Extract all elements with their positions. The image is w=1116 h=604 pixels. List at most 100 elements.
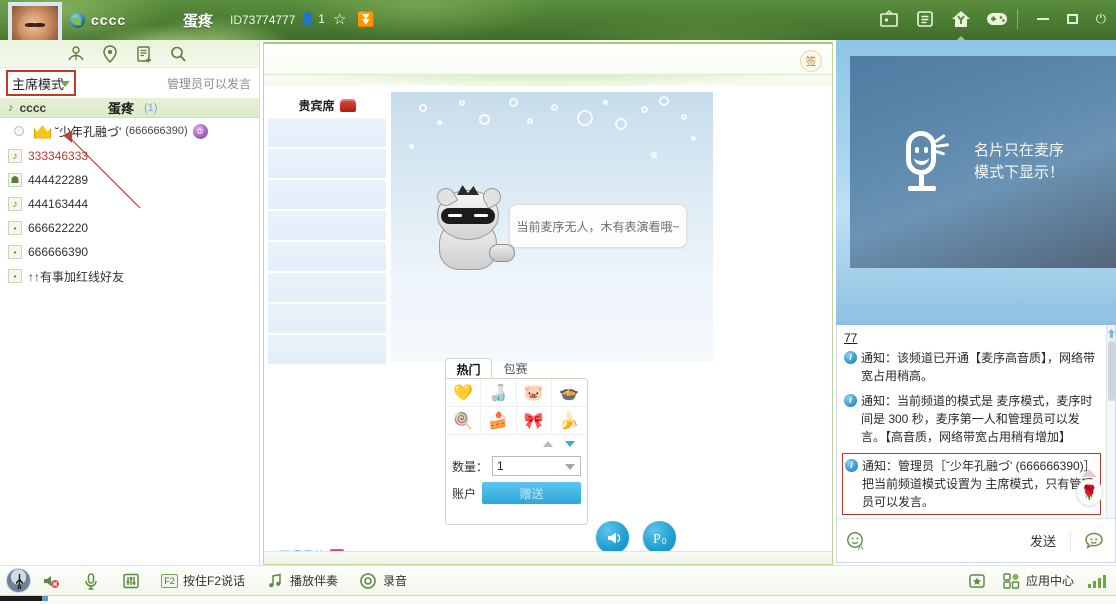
- emoji-icon[interactable]: A: [845, 530, 867, 552]
- bottom-toolbar: F2 按住F2说话 播放伴奏 录音 应用中心: [0, 565, 1116, 595]
- flower-caret-icon: [1081, 469, 1097, 477]
- chat-bubble-icon[interactable]: [1083, 530, 1105, 552]
- chat-scrollbar[interactable]: [1106, 325, 1115, 518]
- dot-icon: ▪: [8, 269, 22, 283]
- list-item[interactable]: ▪ 666622220: [0, 216, 259, 240]
- gift-pager: [446, 435, 587, 453]
- list-item[interactable]: ♪ 444163444: [0, 192, 259, 216]
- equalizer-button[interactable]: [111, 566, 151, 596]
- push-to-talk-label: 按住F2说话: [183, 574, 246, 588]
- title-bar: cccc 蛋疼 ID73774777 👤 1 ☆ ⏬ ⏻: [0, 0, 1116, 40]
- header-divider: [1017, 9, 1018, 29]
- tab-hot[interactable]: 热门: [445, 358, 492, 379]
- user-avatar[interactable]: [8, 2, 62, 40]
- music-note-icon: ♪: [8, 197, 22, 211]
- taskbar-blue-segment: [42, 596, 48, 601]
- selection-dot-icon: [14, 126, 24, 136]
- admin-name: ˘少年孔融づ': [55, 124, 122, 139]
- gift-item[interactable]: 🍭: [446, 407, 482, 435]
- user-name: 444422289: [28, 173, 89, 187]
- sofa-icon: [339, 98, 356, 112]
- play-accompaniment-button[interactable]: 播放伴奏: [255, 566, 348, 596]
- close-icon[interactable]: ⏻: [1096, 12, 1106, 25]
- gift-tab-bar: 热门 包赛: [445, 358, 539, 379]
- chat-message-text: 通知：当前频道的模式是 麦序模式，麦序时间是 300 秒，麦序第一人和管理员可以…: [861, 394, 1093, 444]
- mode-selector[interactable]: 主席模式: [6, 70, 76, 96]
- record-button[interactable]: 录音: [348, 566, 417, 596]
- vip-seat-slot[interactable]: [268, 149, 386, 178]
- tv-icon[interactable]: [878, 8, 900, 30]
- gift-item[interactable]: 🍶: [481, 379, 517, 407]
- user-name: 444163444: [28, 197, 89, 211]
- send-button[interactable]: 发送: [1030, 531, 1056, 550]
- send-gift-button[interactable]: 赠送: [482, 482, 581, 504]
- list-item[interactable]: ▪ ↑↑有事加红线好友: [0, 264, 259, 288]
- scroll-up-icon[interactable]: [1107, 325, 1115, 341]
- crown-icon: [34, 125, 51, 139]
- user-name: ↑↑有事加红线好友: [28, 269, 125, 284]
- name-card-text: 名片只在麦序 模式下显示！: [974, 142, 1065, 181]
- megaphone-icon[interactable]: [596, 521, 629, 554]
- download-icon[interactable]: ⏬: [357, 11, 374, 28]
- location-icon[interactable]: [100, 44, 120, 64]
- chevron-up-icon[interactable]: [543, 441, 553, 447]
- chevron-down-icon[interactable]: [565, 441, 575, 447]
- list-item[interactable]: ▪ 666666390: [0, 240, 259, 264]
- music-note-icon: [265, 571, 285, 591]
- game-icon[interactable]: [986, 8, 1008, 30]
- app-center-button[interactable]: 应用中心: [991, 566, 1084, 596]
- sign-in-button[interactable]: 签: [800, 50, 822, 72]
- microphone-toggle[interactable]: [71, 566, 111, 596]
- channel-user-count: (1): [144, 101, 158, 114]
- vip-seat-slot[interactable]: [268, 304, 386, 333]
- gift-item[interactable]: 🐷: [516, 379, 552, 407]
- list-item[interactable]: ♪ 333346333: [0, 144, 259, 168]
- vip-seat-slot[interactable]: [268, 335, 386, 364]
- vip-seat-slot[interactable]: [268, 118, 386, 147]
- push-to-talk-button[interactable]: F2 按住F2说话: [151, 566, 255, 596]
- scrollbar-thumb[interactable]: [1108, 341, 1115, 401]
- vip-seat-slot[interactable]: [268, 211, 386, 240]
- channel-list-header: ♪ cccc 蛋疼 (1): [0, 98, 259, 118]
- gift-item[interactable]: 🍲: [551, 379, 587, 407]
- account-label: 账户: [452, 486, 477, 501]
- maximize-button[interactable]: [1066, 13, 1078, 24]
- tt-voice-client-window: cccc 蛋疼 ID73774777 👤 1 ☆ ⏬ ⏻ 主席模式 管理员可以发…: [0, 0, 1116, 604]
- gift-item[interactable]: 💛: [446, 379, 482, 407]
- speaker-toggle[interactable]: [31, 566, 71, 596]
- star-box-icon[interactable]: [967, 571, 987, 591]
- list-icon[interactable]: [914, 8, 936, 30]
- f2-key-icon: F2: [161, 573, 178, 588]
- star-icon[interactable]: ☆: [333, 10, 346, 28]
- gift-item[interactable]: 🎀: [516, 407, 552, 435]
- list-item[interactable]: ☗ 444422289: [0, 168, 259, 192]
- equalizer-icon: [121, 571, 141, 591]
- search-icon[interactable]: [168, 44, 188, 64]
- microphone-face-icon: [900, 131, 950, 193]
- minimize-button[interactable]: [1036, 17, 1049, 20]
- svg-text:0: 0: [662, 537, 667, 546]
- quantity-select[interactable]: 1: [492, 456, 581, 476]
- play-accompaniment-label: 播放伴奏: [290, 574, 339, 588]
- admin-id: (666666390): [125, 125, 188, 137]
- home-icon[interactable]: [950, 8, 972, 30]
- list-item-admin[interactable]: ˘少年孔融づ' (666666390) ♔: [0, 118, 259, 144]
- members-icon[interactable]: [66, 44, 86, 64]
- vip-seat-slot[interactable]: [268, 180, 386, 209]
- flower-button[interactable]: 🌹: [1076, 479, 1103, 506]
- toolbar-right-group: 应用中心: [967, 566, 1116, 596]
- gift-item[interactable]: 🍰: [481, 407, 517, 435]
- divider: [1070, 530, 1071, 551]
- svg-text:A: A: [858, 543, 864, 552]
- avatar[interactable]: [6, 568, 31, 593]
- stage-area: 当前麦序无人，木有表演看哦~: [391, 92, 713, 362]
- chat-message-list[interactable]: 77 i 通知：该频道已开通【麦序高音质】，网络带宽占用稍高。 i 通知：当前频…: [837, 325, 1106, 518]
- gift-item[interactable]: 🍌: [551, 407, 587, 435]
- tab-package[interactable]: 包赛: [492, 358, 539, 379]
- p0-icon[interactable]: P0: [643, 521, 676, 554]
- gift-account-row: 账户 赠送: [446, 479, 587, 507]
- notice-icon[interactable]: [134, 44, 154, 64]
- vip-seat-slot[interactable]: [268, 273, 386, 302]
- user-name: 666622220: [28, 221, 89, 235]
- vip-seat-slot[interactable]: [268, 242, 386, 271]
